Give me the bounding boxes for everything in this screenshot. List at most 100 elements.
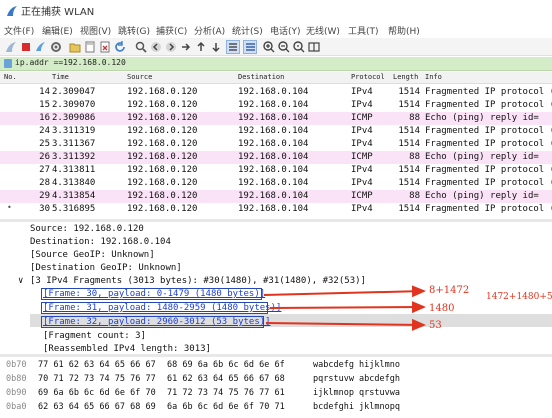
packet-protocol: IPv4 (351, 87, 373, 97)
shark-fin-start-icon[interactable] (4, 40, 18, 54)
hex-offset: 0b70 (6, 360, 27, 370)
packet-source: 192.168.0.120 (127, 113, 198, 123)
packet-row[interactable]: 14 2.309047 192.168.0.120 192.168.0.104 IPv4… (0, 86, 552, 99)
reload-icon[interactable] (113, 40, 127, 54)
detail-reassembled-length[interactable]: [Reassembled IPv4 length: 3013] (43, 344, 211, 354)
annotation-frame-32: 53 (429, 320, 442, 331)
stop-capture-icon[interactable] (19, 40, 33, 54)
hex-row[interactable]: 0ba0 62 63 64 65 66 67 68 69 6a 6b 6c 6d 6… (0, 402, 552, 414)
menu-wireless[interactable]: 无线(W) (306, 24, 340, 37)
zoom-in-icon[interactable] (262, 40, 276, 54)
packet-row[interactable]: 28 4.313840 192.168.0.120 192.168.0.104 IPv4… (0, 177, 552, 190)
display-filter-bar[interactable]: ip.addr ==192.168.0.120 (0, 57, 552, 71)
autoscroll-icon[interactable] (226, 40, 240, 54)
packet-length: 1514 (398, 178, 420, 188)
packet-length: 1514 (398, 126, 420, 136)
packet-source: 192.168.0.120 (127, 152, 198, 162)
selected-packet-marker: • (7, 203, 12, 212)
expand-arrow-icon[interactable]: ∨ (18, 276, 23, 286)
go-last-icon[interactable] (209, 40, 223, 54)
hex-offset: 0ba0 (6, 402, 27, 412)
packet-length: 1514 (398, 100, 420, 110)
resize-columns-icon[interactable] (307, 40, 321, 54)
packet-length: 1514 (398, 165, 420, 175)
detail-fragments-summary[interactable]: [3 IPv4 Fragments (3013 bytes): #30(1480… (30, 276, 366, 286)
hex-row[interactable]: 0b90 69 6a 6b 6c 6d 6e 6f 70 71 72 73 74 7… (0, 388, 552, 400)
menu-capture[interactable]: 捕获(C) (156, 24, 187, 37)
go-to-packet-icon[interactable] (179, 40, 193, 54)
menu-edit[interactable]: 编辑(E) (42, 24, 73, 37)
packet-time: 4.313811 (52, 165, 96, 175)
packet-time: 2.309086 (52, 113, 96, 123)
column-header-length[interactable]: Length (393, 73, 418, 81)
detail-destination[interactable]: Destination: 192.168.0.104 (30, 237, 171, 247)
go-back-icon[interactable] (149, 40, 163, 54)
hex-ascii: bcdefghi jklmnopq (313, 402, 400, 412)
save-file-icon[interactable] (83, 40, 97, 54)
column-header-time[interactable]: Time (52, 73, 69, 81)
packet-row[interactable]: 16 2.309086 192.168.0.120 192.168.0.104 ICMP… (0, 112, 552, 125)
detail-destination-geoip[interactable]: [Destination GeoIP: Unknown] (30, 263, 182, 273)
menu-view[interactable]: 视图(V) (80, 24, 111, 37)
packet-row[interactable]: 15 2.309070 192.168.0.120 192.168.0.104 IPv4… (0, 99, 552, 112)
bookmark-filter-icon[interactable] (4, 59, 12, 68)
display-filter-input[interactable]: ip.addr ==192.168.0.120 (15, 58, 126, 67)
packet-destination: 192.168.0.104 (238, 165, 309, 175)
zoom-normal-icon[interactable] (292, 40, 306, 54)
colorize-icon[interactable] (243, 40, 257, 54)
menu-file[interactable]: 文件(F) (4, 24, 34, 37)
packet-no: 26 (39, 152, 50, 162)
detail-source[interactable]: Source: 192.168.0.120 (30, 224, 144, 234)
packet-row[interactable]: 30 5.316895 192.168.0.120 192.168.0.104 IPv4… (0, 203, 552, 216)
packet-row[interactable]: 25 3.311367 192.168.0.120 192.168.0.104 IPv4… (0, 138, 552, 151)
column-header-protocol[interactable]: Protocol (351, 73, 385, 81)
column-header-source[interactable]: Source (127, 73, 152, 81)
packet-protocol: IPv4 (351, 178, 373, 188)
hex-bytes-right: 6a 6b 6c 6d 6e 6f 70 71 (167, 402, 285, 412)
packet-source: 192.168.0.120 (127, 87, 198, 97)
hex-row[interactable]: 0b70 77 61 62 63 64 65 66 67 68 69 6a 6b 6… (0, 360, 552, 372)
close-file-icon[interactable] (98, 40, 112, 54)
go-forward-icon[interactable] (164, 40, 178, 54)
hex-row[interactable]: 0b80 70 71 72 73 74 75 76 77 61 62 63 64 6… (0, 374, 552, 386)
packet-protocol: ICMP (351, 152, 373, 162)
detail-source-geoip[interactable]: [Source GeoIP: Unknown] (30, 250, 155, 260)
zoom-out-icon[interactable] (277, 40, 291, 54)
restart-capture-icon[interactable] (34, 40, 48, 54)
menu-go[interactable]: 跳转(G) (118, 24, 150, 37)
menu-analyze[interactable]: 分析(A) (194, 24, 225, 37)
frame-31-link[interactable]: [Frame: 31, payload: 1480-2959 (1480 byt… (43, 303, 281, 313)
packet-protocol: IPv4 (351, 126, 373, 136)
menu-statistics[interactable]: 统计(S) (232, 24, 263, 37)
packet-protocol: ICMP (351, 191, 373, 201)
packet-info: Echo (ping) reply id= (425, 152, 539, 162)
packet-destination: 192.168.0.104 (238, 191, 309, 201)
packet-destination: 192.168.0.104 (238, 178, 309, 188)
detail-fragment-count[interactable]: [Fragment count: 3] (43, 331, 146, 341)
capture-options-icon[interactable] (49, 40, 63, 54)
packet-no: 25 (39, 139, 50, 149)
menu-tools[interactable]: 工具(T) (348, 24, 379, 37)
packet-protocol: IPv4 (351, 204, 373, 214)
frame-32-link[interactable]: [Frame: 32, payload: 2960-3012 (53 bytes… (43, 317, 271, 327)
packet-destination: 192.168.0.104 (238, 204, 309, 214)
go-first-icon[interactable] (194, 40, 208, 54)
packet-row[interactable]: 24 3.311319 192.168.0.120 192.168.0.104 IPv4… (0, 125, 552, 138)
column-header-info[interactable]: Info (425, 73, 442, 81)
packet-length: 88 (409, 191, 420, 201)
packet-row[interactable]: 29 4.313854 192.168.0.120 192.168.0.104 ICMP… (0, 190, 552, 203)
menu-telephony[interactable]: 电话(Y) (270, 24, 301, 37)
packet-protocol: IPv4 (351, 139, 373, 149)
packet-row[interactable]: 26 3.311392 192.168.0.120 192.168.0.104 ICMP… (0, 151, 552, 164)
open-file-icon[interactable] (68, 40, 82, 54)
column-header-no[interactable]: No. (4, 73, 17, 81)
column-header-destination[interactable]: Destination (238, 73, 284, 81)
packet-no: 28 (39, 178, 50, 188)
menu-help[interactable]: 帮助(H) (388, 24, 420, 37)
frame-30-link[interactable]: [Frame: 30, payload: 0-1479 (1480 bytes)… (43, 289, 265, 299)
packet-info: Fragmented IP protocol ( (425, 100, 552, 110)
packet-length: 88 (409, 152, 420, 162)
packet-row[interactable]: 27 4.313811 192.168.0.120 192.168.0.104 IPv4… (0, 164, 552, 177)
hex-bytes-left: 62 63 64 65 66 67 68 69 (38, 402, 156, 412)
find-packet-icon[interactable] (134, 40, 148, 54)
